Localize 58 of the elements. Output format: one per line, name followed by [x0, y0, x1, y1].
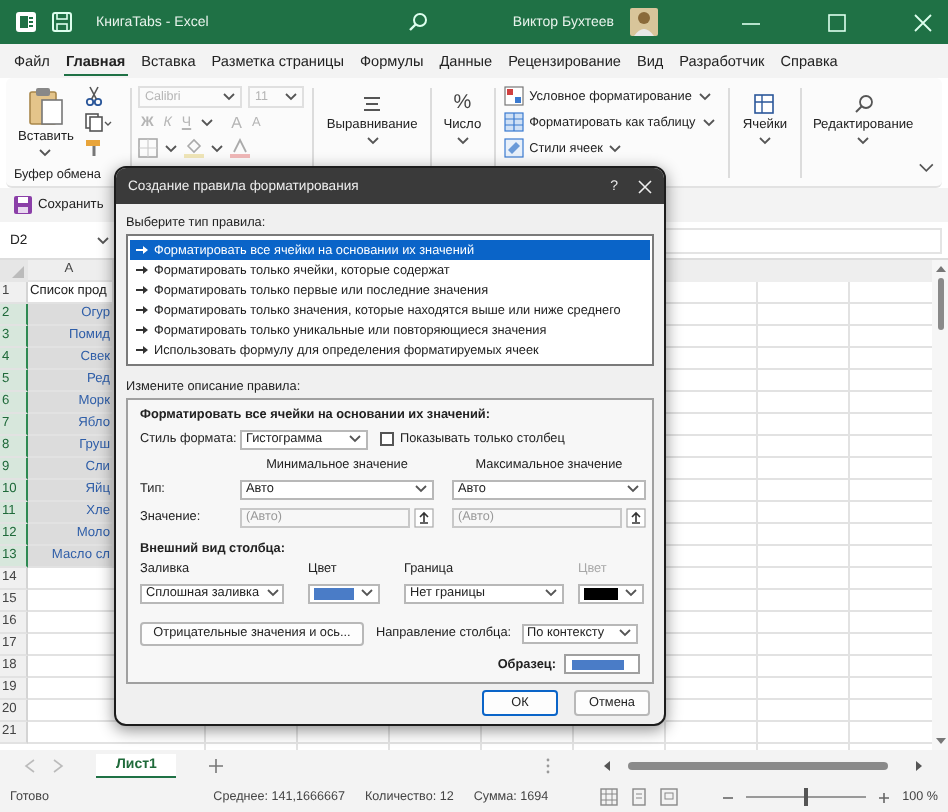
- add-sheet-icon[interactable]: [208, 758, 225, 774]
- fill-bucket-icon[interactable]: [184, 138, 205, 158]
- caret-icon: [348, 434, 362, 444]
- scroll-right-icon[interactable]: [914, 760, 924, 772]
- align-icon: [362, 94, 383, 114]
- color-picker[interactable]: [308, 583, 380, 603]
- scroll-thumb[interactable]: [937, 278, 943, 330]
- caret-icon: [624, 588, 638, 598]
- save-icon: [14, 196, 32, 214]
- caret-icon: [360, 588, 374, 598]
- normal-view-icon[interactable]: [600, 788, 619, 806]
- caret-icon: [38, 148, 53, 158]
- save-icon[interactable]: [52, 12, 72, 32]
- color-picker[interactable]: [578, 583, 644, 603]
- zoom-out-icon[interactable]: [722, 791, 735, 803]
- range-picker-icon[interactable]: [626, 507, 646, 527]
- clipboard-icon: [27, 86, 64, 126]
- search-icon[interactable]: [408, 12, 429, 32]
- caret-icon: [701, 117, 716, 127]
- scroll-down-icon[interactable]: [933, 736, 947, 746]
- excel-logo-icon: [16, 12, 36, 32]
- avatar: [630, 8, 658, 36]
- search-icon: [853, 94, 874, 114]
- caret-icon: [414, 484, 428, 494]
- caret-icon: [608, 143, 623, 153]
- cells-icon: [754, 94, 775, 114]
- caret-icon: [284, 92, 299, 102]
- close-icon[interactable]: [638, 179, 652, 193]
- caret-icon: [544, 588, 558, 598]
- conditional-format-icon: [503, 86, 524, 106]
- caret-icon: [626, 484, 640, 494]
- scroll-up-icon[interactable]: [933, 264, 947, 274]
- caret-icon: [617, 628, 632, 638]
- range-picker-icon[interactable]: [414, 507, 434, 527]
- caret-icon: [757, 136, 772, 146]
- caret-icon: [265, 588, 280, 598]
- caret-icon: [365, 136, 380, 146]
- copy-icon[interactable]: [83, 112, 112, 132]
- font-color-icon[interactable]: [230, 138, 251, 158]
- caret-icon: [856, 136, 871, 146]
- caret-icon: [455, 136, 470, 146]
- collapse-ribbon-icon[interactable]: [917, 162, 934, 174]
- maximize-icon[interactable]: [828, 13, 846, 31]
- scroll-thumb[interactable]: [628, 762, 888, 770]
- brush-icon[interactable]: [83, 138, 104, 158]
- scissors-icon[interactable]: [83, 86, 104, 106]
- close-icon[interactable]: [914, 13, 932, 31]
- caret-icon: [96, 235, 110, 245]
- zoom-in-icon[interactable]: [878, 791, 891, 803]
- caret-icon: [222, 92, 237, 102]
- caret-icon: [164, 143, 179, 153]
- zoom-slider-thumb[interactable]: [804, 788, 809, 806]
- cell-style-icon: [503, 138, 524, 158]
- scroll-left-icon[interactable]: [602, 760, 612, 772]
- checkbox[interactable]: [380, 432, 394, 446]
- table-icon: [503, 112, 524, 132]
- caret-icon: [697, 91, 712, 101]
- page-break-icon[interactable]: [660, 788, 679, 806]
